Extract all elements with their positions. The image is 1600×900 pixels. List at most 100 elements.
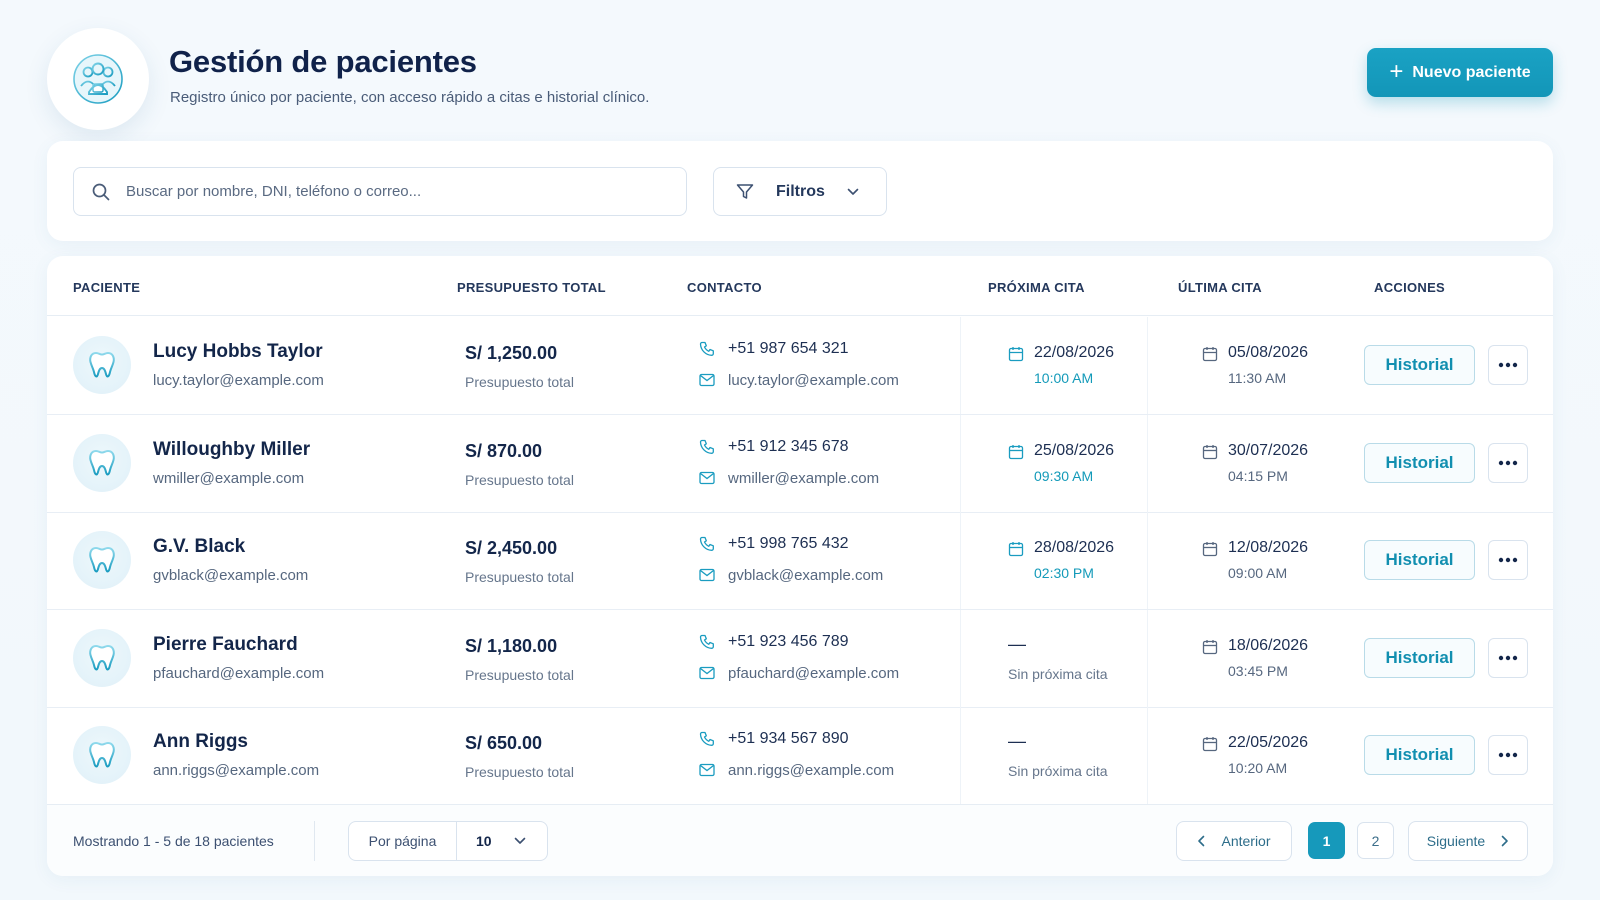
next-appointment-date: 28/08/2026 [1034, 539, 1115, 556]
more-actions-button[interactable] [1488, 540, 1528, 580]
phone-icon [699, 634, 715, 650]
last-appointment-time: 09:00 AM [1228, 565, 1288, 581]
contact-phone: +51 934 567 890 [728, 730, 849, 747]
history-button[interactable]: Historial [1364, 637, 1475, 678]
more-dots-icon [1498, 752, 1518, 758]
contact-email: gvblack@example.com [728, 567, 884, 584]
new-patient-button[interactable]: + Nuevo paciente [1367, 48, 1553, 97]
per-page-select[interactable]: 10 [457, 822, 547, 860]
previous-page-button[interactable]: Anterior [1176, 821, 1292, 861]
mail-icon [699, 373, 715, 387]
filters-button[interactable]: Filtros [713, 167, 887, 216]
next-appointment-empty-dash: — [1008, 731, 1026, 751]
last-appointment-time: 03:45 PM [1228, 662, 1288, 679]
column-header-patient: PACIENTE [73, 280, 141, 295]
filters-label: Filtros [776, 182, 825, 200]
calendar-icon [1202, 346, 1218, 362]
column-divider [1147, 512, 1148, 609]
more-dots-icon [1498, 655, 1518, 661]
previous-page-label: Anterior [1221, 833, 1271, 849]
more-actions-button[interactable] [1488, 735, 1528, 775]
next-appointment-time: 10:00 AM [1034, 370, 1094, 386]
patients-group-icon [68, 49, 128, 109]
plus-icon: + [1389, 57, 1404, 85]
last-appointment-time: 04:15 PM [1228, 467, 1288, 484]
contact-email: lucy.taylor@example.com [728, 372, 899, 389]
last-appointment-time: 10:20 AM [1228, 760, 1288, 776]
history-button[interactable]: Historial [1364, 442, 1475, 483]
patient-name[interactable]: Lucy Hobbs Taylor [153, 341, 323, 363]
search-box[interactable] [73, 167, 687, 216]
phone-icon [699, 731, 715, 747]
page-button-2[interactable]: 2 [1357, 822, 1394, 859]
table-header: PACIENTE PRESUPUESTO TOTAL CONTACTO PRÓX… [47, 256, 1553, 316]
per-page-label: Por página [349, 822, 457, 860]
phone-icon [699, 439, 715, 455]
budget-caption: Presupuesto total [465, 569, 574, 585]
column-divider [960, 609, 961, 707]
no-next-appointment: Sin próxima cita [1008, 763, 1108, 779]
page-subtitle: Registro único por paciente, con acceso … [170, 89, 650, 106]
patient-email: lucy.taylor@example.com [153, 372, 324, 389]
more-dots-icon [1498, 460, 1518, 466]
patient-avatar [73, 433, 131, 492]
column-divider [1147, 609, 1148, 707]
table-footer: Mostrando 1 - 5 de 18 pacientes Por pági… [47, 804, 1553, 876]
logo-badge [47, 28, 149, 130]
tooth-icon [88, 448, 116, 478]
patient-name[interactable]: Pierre Fauchard [153, 634, 298, 656]
new-patient-label: Nuevo paciente [1412, 63, 1531, 81]
patient-name[interactable]: Ann Riggs [153, 731, 248, 753]
tooth-icon [88, 643, 116, 673]
history-button[interactable]: Historial [1364, 735, 1475, 775]
next-appointment-time: 09:30 AM [1034, 467, 1094, 484]
chevron-down-icon [514, 837, 526, 845]
more-dots-icon [1498, 362, 1518, 368]
next-page-button[interactable]: Siguiente [1408, 821, 1528, 861]
contact-phone: +51 923 456 789 [728, 632, 849, 650]
budget-amount: S/ 650.00 [465, 733, 543, 753]
patient-name[interactable]: G.V. Black [153, 536, 245, 558]
search-card: Filtros [47, 141, 1553, 241]
chevron-left-icon [1197, 835, 1205, 847]
patients-table: PACIENTE PRESUPUESTO TOTAL CONTACTO PRÓX… [47, 256, 1553, 876]
column-divider [960, 512, 961, 609]
mail-icon [699, 568, 715, 582]
next-appointment-time: 02:30 PM [1034, 565, 1094, 581]
tooth-icon [88, 545, 116, 575]
column-divider [1147, 414, 1148, 512]
column-divider [1147, 317, 1148, 414]
budget-amount: S/ 870.00 [465, 440, 543, 461]
calendar-icon [1008, 444, 1024, 460]
patient-avatar [73, 726, 131, 784]
table-row: Pierre Fauchard pfauchard@example.com S/ 1… [47, 609, 1553, 708]
column-divider [960, 707, 961, 804]
contact-email: pfauchard@example.com [728, 664, 900, 682]
patient-avatar [73, 531, 131, 589]
last-appointment-time: 11:30 AM [1228, 370, 1287, 386]
budget-amount: S/ 2,450.00 [465, 538, 558, 558]
more-dots-icon [1498, 557, 1518, 563]
history-button[interactable]: Historial [1364, 345, 1475, 385]
tooth-icon [88, 740, 116, 770]
next-page-label: Siguiente [1426, 833, 1486, 849]
contact-phone: +51 987 654 321 [728, 340, 849, 357]
search-input[interactable] [126, 183, 666, 200]
last-appointment-date: 12/08/2026 [1228, 539, 1309, 556]
patient-name[interactable]: Willoughby Miller [153, 439, 310, 461]
column-header-next-appointment: PRÓXIMA CITA [988, 280, 1085, 295]
table-row: Willoughby Miller wmiller@example.com S/ 8… [47, 414, 1553, 513]
calendar-icon [1202, 541, 1218, 557]
history-button[interactable]: Historial [1364, 540, 1475, 580]
no-next-appointment: Sin próxima cita [1008, 665, 1108, 682]
column-divider [960, 414, 961, 512]
contact-phone: +51 998 765 432 [728, 535, 849, 552]
more-actions-button[interactable] [1488, 442, 1528, 483]
more-actions-button[interactable] [1488, 637, 1528, 678]
more-actions-button[interactable] [1488, 345, 1528, 385]
column-header-budget: PRESUPUESTO TOTAL [457, 280, 606, 295]
budget-amount: S/ 1,250.00 [465, 343, 558, 363]
page-button-1[interactable]: 1 [1308, 822, 1345, 859]
mail-icon [699, 666, 715, 680]
chevron-right-icon [1501, 835, 1509, 847]
